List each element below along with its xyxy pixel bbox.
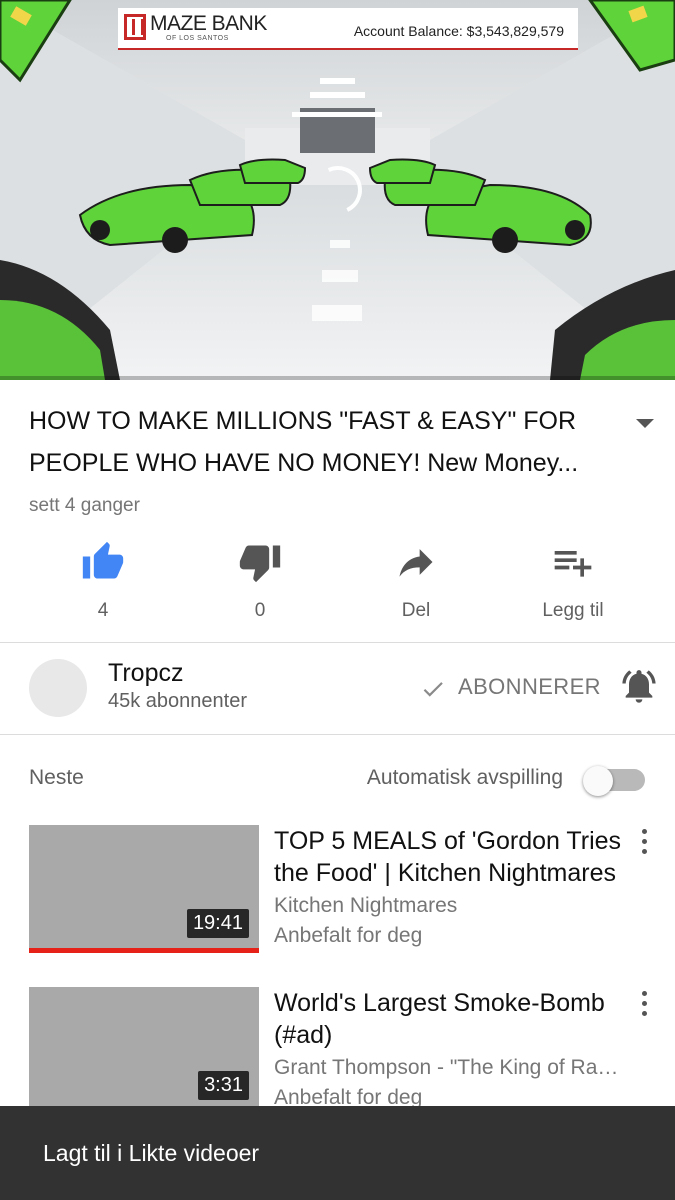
more-options-icon[interactable] xyxy=(636,991,652,1019)
share-label: Del xyxy=(401,600,431,621)
maze-bank-logo-icon xyxy=(124,14,146,40)
like-count: 4 xyxy=(97,600,109,621)
autoplay-label: Automatisk avspilling xyxy=(366,766,563,789)
video-channel: Grant Thompson - "The King of Random" xyxy=(274,1056,624,1079)
video-duration: 19:41 xyxy=(186,909,249,938)
bank-name: MAZE BANK xyxy=(150,12,267,35)
divider xyxy=(0,734,675,735)
expand-description-icon[interactable] xyxy=(636,419,654,428)
video-title[interactable]: HOW TO MAKE MILLIONS "FAST & EASY" FOR P… xyxy=(29,400,609,484)
video-title[interactable]: World's Largest Smoke-Bomb (#ad) xyxy=(274,987,624,1051)
snackbar-message: Lagt til i Likte videoer xyxy=(43,1140,260,1166)
divider xyxy=(0,642,675,643)
dislike-count: 0 xyxy=(254,600,266,621)
video-thumbnail[interactable]: 19:41 xyxy=(29,825,259,953)
dislike-button[interactable]: 0 xyxy=(185,540,335,630)
channel-avatar[interactable] xyxy=(29,659,87,717)
bank-subtitle: OF LOS SANTOS xyxy=(166,35,229,42)
maze-bank-banner: MAZE BANK OF LOS SANTOS Account Balance:… xyxy=(118,8,578,50)
video-channel: Kitchen Nightmares xyxy=(274,894,458,917)
account-balance: Account Balance: $3,543,829,579 xyxy=(353,23,564,39)
video-duration: 3:31 xyxy=(198,1071,249,1100)
share-arrow-icon xyxy=(399,549,433,577)
bell-icon[interactable] xyxy=(619,666,659,706)
video-thumbnail[interactable]: 3:31 xyxy=(29,987,259,1115)
toggle-knob xyxy=(583,766,613,796)
video-player[interactable]: MAZE BANK OF LOS SANTOS Account Balance:… xyxy=(0,0,675,380)
channel-name[interactable]: Tropcz xyxy=(108,659,183,688)
subscribed-button[interactable]: ABONNERER xyxy=(458,674,601,700)
thumbs-up-icon xyxy=(82,541,124,579)
view-count: sett 4 ganger xyxy=(29,495,140,516)
list-item[interactable]: 19:41 TOP 5 MEALS of 'Gordon Tries the F… xyxy=(0,825,675,965)
watched-progress-bar xyxy=(29,948,259,953)
like-button[interactable]: 4 xyxy=(28,540,178,630)
snackbar: Lagt til i Likte videoer xyxy=(0,1106,675,1200)
add-label: Legg til xyxy=(542,600,604,621)
subscriber-count: 45k abonnenter xyxy=(108,690,248,712)
video-progress-bar[interactable] xyxy=(0,376,675,380)
more-options-icon[interactable] xyxy=(636,829,652,857)
autoplay-toggle[interactable] xyxy=(583,766,647,796)
action-row: 4 0 Del Legg til xyxy=(0,540,675,630)
recommendation-reason: Anbefalt for deg xyxy=(274,924,423,947)
thumbs-down-icon xyxy=(239,545,281,583)
share-button[interactable]: Del xyxy=(341,540,491,630)
video-title[interactable]: TOP 5 MEALS of 'Gordon Tries the Food' |… xyxy=(274,825,624,889)
playlist-add-icon xyxy=(554,551,592,577)
check-icon xyxy=(423,682,443,697)
up-next-heading: Neste xyxy=(29,766,84,789)
add-to-playlist-button[interactable]: Legg til xyxy=(498,540,648,630)
